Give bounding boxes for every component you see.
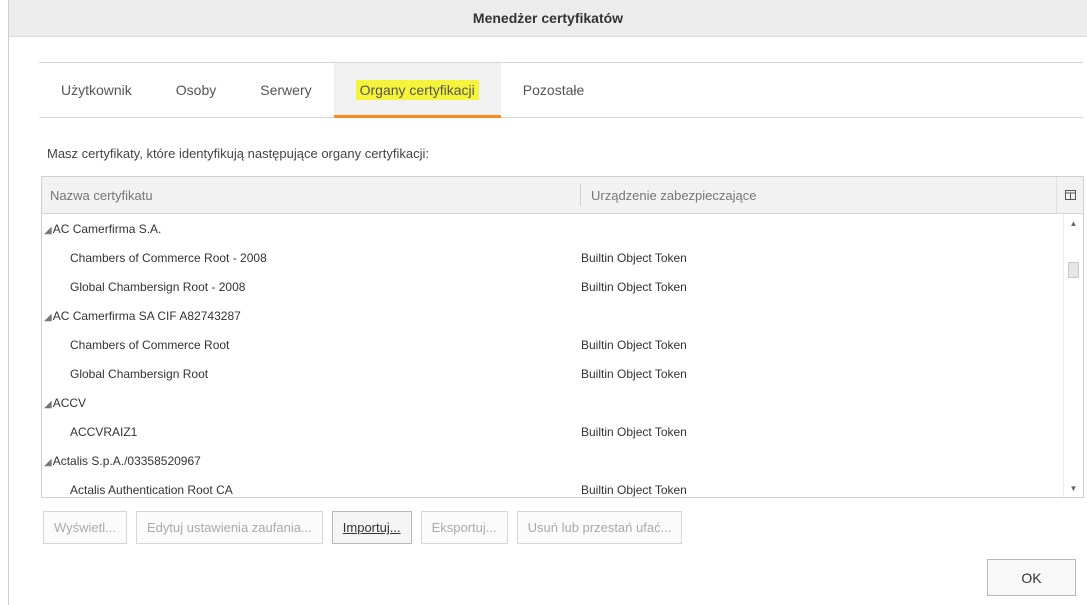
certificate-manager-window: Menedżer certyfikatów Użytkownik Osoby S… (8, 0, 1087, 605)
certificate-name-text: AC Camerfirma SA CIF A82743287 (52, 308, 241, 323)
cell-security-device: Builtin Object Token (581, 250, 687, 265)
tab-bar: Użytkownik Osoby Serwery Organy certyfik… (39, 62, 1083, 118)
tab-servers[interactable]: Serwery (238, 63, 333, 117)
edit-trust-button[interactable]: Edytuj ustawienia zaufania... (136, 511, 323, 544)
button-label: Importuj... (342, 520, 401, 535)
cell-security-device: Builtin Object Token (581, 337, 687, 352)
expanded-triangle-icon[interactable]: ◢ (44, 399, 52, 410)
cell-certificate-name: Global Chambersign Root - 2008 (42, 280, 580, 294)
expanded-triangle-icon[interactable]: ◢ (44, 312, 52, 323)
tree-header: Nazwa certyfikatu Urządzenie zabezpiecza… (42, 177, 1083, 214)
certificate-name-text: ACCV (52, 395, 87, 410)
tab-label: Organy certyfikacji (355, 80, 479, 100)
tree-group-row[interactable]: ◢ACCV (42, 388, 1063, 417)
tree-group-row[interactable]: ◢AC Camerfirma SA CIF A82743287 (42, 301, 1063, 330)
certificate-name-text: Global Chambersign Root - 2008 (70, 279, 246, 294)
tree-item-row[interactable]: ACCVRAIZ1 Builtin Object Token (42, 417, 1063, 446)
expanded-triangle-icon[interactable]: ◢ (44, 225, 52, 236)
certificate-name-text: Chambers of Commerce Root - 2008 (70, 250, 267, 265)
cell-certificate-name: ◢ACCV (42, 396, 580, 410)
window-titlebar: Menedżer certyfikatów (9, 0, 1087, 37)
tab-user[interactable]: Użytkownik (39, 63, 154, 117)
cell-certificate-name: ACCVRAIZ1 (42, 425, 580, 439)
cell-certificate-name: Chambers of Commerce Root - 2008 (42, 251, 580, 265)
description-text: Masz certyfikaty, które identyfikują nas… (47, 146, 429, 161)
cell-security-device: Builtin Object Token (581, 482, 687, 497)
cell-security-device: Builtin Object Token (581, 366, 687, 381)
button-label: Wyświetl... (54, 520, 116, 535)
tree-item-row[interactable]: Chambers of Commerce Root Builtin Object … (42, 330, 1063, 359)
tab-people[interactable]: Osoby (154, 63, 238, 117)
column-header-name[interactable]: Nazwa certyfikatu (42, 188, 580, 203)
scrollbar[interactable]: ▲ ▼ (1063, 214, 1083, 497)
export-button[interactable]: Eksportuj... (420, 511, 508, 544)
cell-security-device: Builtin Object Token (581, 279, 687, 294)
tree-item-row[interactable]: Global Chambersign Root - 2008 Builtin Ob… (42, 272, 1063, 301)
ok-label: OK (1021, 569, 1042, 586)
scroll-down-arrow-icon[interactable]: ▼ (1064, 479, 1083, 497)
cell-certificate-name: ◢AC Camerfirma S.A. (42, 222, 580, 236)
action-buttons: Wyświetl... Edytuj ustawienia zaufania...… (43, 511, 683, 544)
column-header-device[interactable]: Urządzenie zabezpieczające (581, 188, 1056, 203)
tab-label: Osoby (175, 82, 217, 98)
tree-group-row[interactable]: ◢Actalis S.p.A./03358520967 (42, 446, 1063, 475)
tree-group-row[interactable]: ◢AC Camerfirma S.A. (42, 214, 1063, 243)
tab-label: Pozostałe (522, 82, 585, 98)
cell-certificate-name: Global Chambersign Root (42, 367, 580, 381)
cell-security-device: Builtin Object Token (581, 424, 687, 439)
cell-certificate-name: ◢AC Camerfirma SA CIF A82743287 (42, 309, 580, 323)
delete-distrust-button[interactable]: Usuń lub przestań ufać... (516, 511, 683, 544)
cell-certificate-name: Actalis Authentication Root CA (42, 483, 580, 497)
certificate-name-text: ACCVRAIZ1 (70, 424, 138, 439)
cell-certificate-name: Chambers of Commerce Root (42, 338, 580, 352)
certificate-name-text: Global Chambersign Root (70, 366, 209, 381)
window-title: Menedżer certyfikatów (472, 10, 624, 26)
cell-certificate-name: ◢Actalis S.p.A./03358520967 (42, 454, 580, 468)
expanded-triangle-icon[interactable]: ◢ (44, 457, 52, 468)
scroll-up-arrow-icon[interactable]: ▲ (1064, 214, 1083, 232)
tree-item-row[interactable]: Chambers of Commerce Root - 2008 Builtin … (42, 243, 1063, 272)
tab-others[interactable]: Pozostałe (501, 63, 606, 117)
scrollbar-thumb[interactable] (1068, 262, 1079, 278)
view-button[interactable]: Wyświetl... (43, 511, 127, 544)
button-label: Usuń lub przestań ufać... (527, 520, 672, 535)
tree-body: ◢AC Camerfirma S.A. Chambers of Commerce … (42, 214, 1063, 497)
column-picker-icon[interactable] (1056, 177, 1083, 213)
tab-label: Serwery (260, 82, 312, 98)
certificate-tree[interactable]: Nazwa certyfikatu Urządzenie zabezpiecza… (41, 176, 1084, 498)
tree-item-row[interactable]: Global Chambersign Root Builtin Object To… (42, 359, 1063, 388)
tab-label: Użytkownik (61, 82, 132, 98)
certificate-name-text: Actalis S.p.A./03358520967 (52, 453, 201, 468)
button-label: Eksportuj... (431, 520, 497, 535)
certificate-name-text: Chambers of Commerce Root (70, 337, 230, 352)
certificate-name-text: Actalis Authentication Root CA (70, 482, 233, 497)
tree-item-row[interactable]: Actalis Authentication Root CA Builtin Ob… (42, 475, 1063, 497)
import-button[interactable]: Importuj... (331, 511, 412, 544)
button-label: Edytuj ustawienia zaufania... (147, 520, 312, 535)
tab-authorities[interactable]: Organy certyfikacji (333, 63, 501, 118)
certificate-name-text: AC Camerfirma S.A. (52, 221, 162, 236)
ok-button[interactable]: OK (987, 559, 1076, 596)
